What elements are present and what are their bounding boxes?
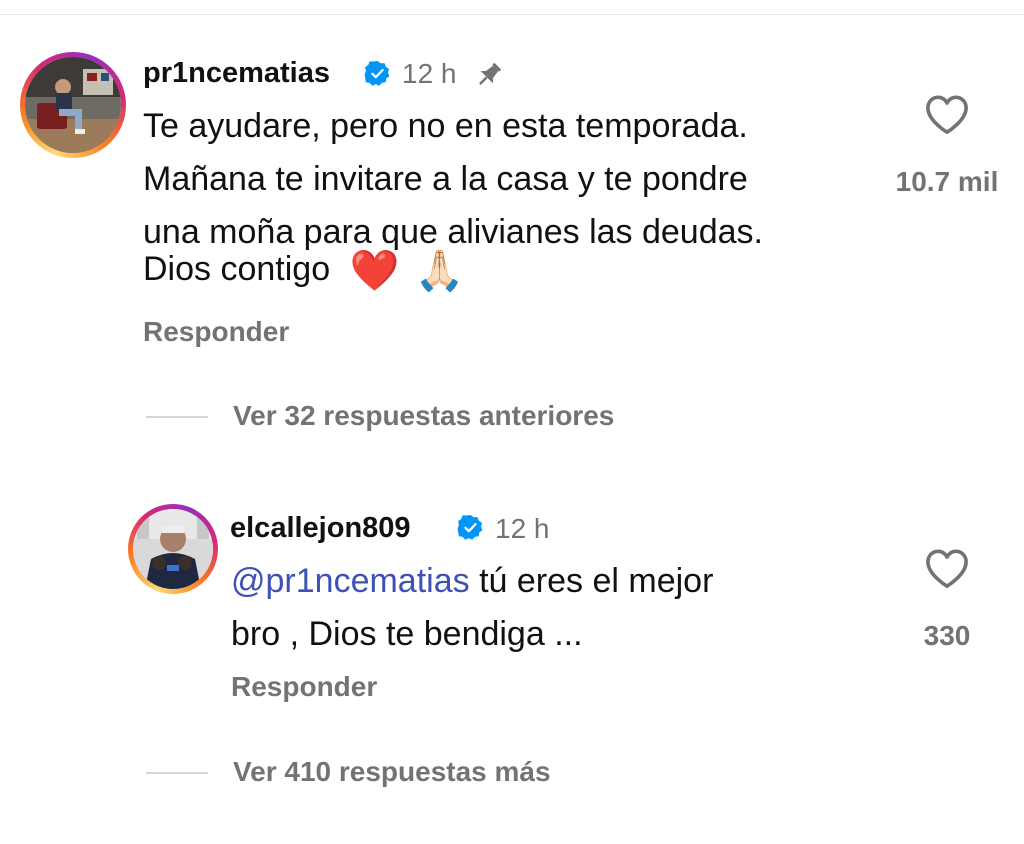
heart-icon[interactable] [924,94,970,136]
reply-text-line: bro , Dios te bendiga ... [231,615,583,653]
comment-time: 12 h [402,58,457,89]
avatar-photo [25,57,121,153]
thread-line [146,772,208,774]
reply-time: 12 h [495,513,550,544]
comment-text: Te ayudare, pero no en esta temporada. M… [143,100,883,259]
comment-last-line: Dios contigo ❤️ 🙏🏻 [143,245,465,295]
pin-icon [479,63,501,85]
like-count: 10.7 mil [895,166,999,197]
avatar-elcallejon809[interactable] [128,504,218,594]
verified-badge-icon [457,515,483,540]
view-previous-replies[interactable]: Ver 32 respuestas anteriores [233,400,614,432]
mention-link[interactable]: @pr1ncematias [231,562,470,600]
reply-text-line: @pr1ncematias tú eres el mejor [231,555,911,608]
reply-text-rest: tú eres el mejor [469,562,714,600]
comment-last-line-text: Dios contigo [143,250,331,288]
comment-text-line: Mañana te invitare a la casa y te pondre [143,160,748,198]
avatar-photo [133,509,213,589]
like-count: 330 [923,620,971,651]
folded-hands-emoji: 🙏🏻 [414,249,465,294]
view-more-replies[interactable]: Ver 410 respuestas más [233,756,551,788]
comment-username[interactable]: pr1ncematias [143,57,330,90]
verified-badge-icon [364,61,390,86]
top-divider [0,14,1024,15]
reply-button[interactable]: Responder [231,671,377,703]
heart-icon[interactable] [924,548,970,590]
thread-line [146,416,208,418]
avatar-pr1ncematias[interactable] [20,52,126,158]
reply-username[interactable]: elcallejon809 [230,512,411,545]
red-heart-emoji: ❤️ [349,249,400,294]
reply-text: @pr1ncematias tú eres el mejor bro , Dio… [231,555,911,661]
comment-text-line: Te ayudare, pero no en esta temporada. [143,107,748,145]
reply-button[interactable]: Responder [143,316,289,348]
